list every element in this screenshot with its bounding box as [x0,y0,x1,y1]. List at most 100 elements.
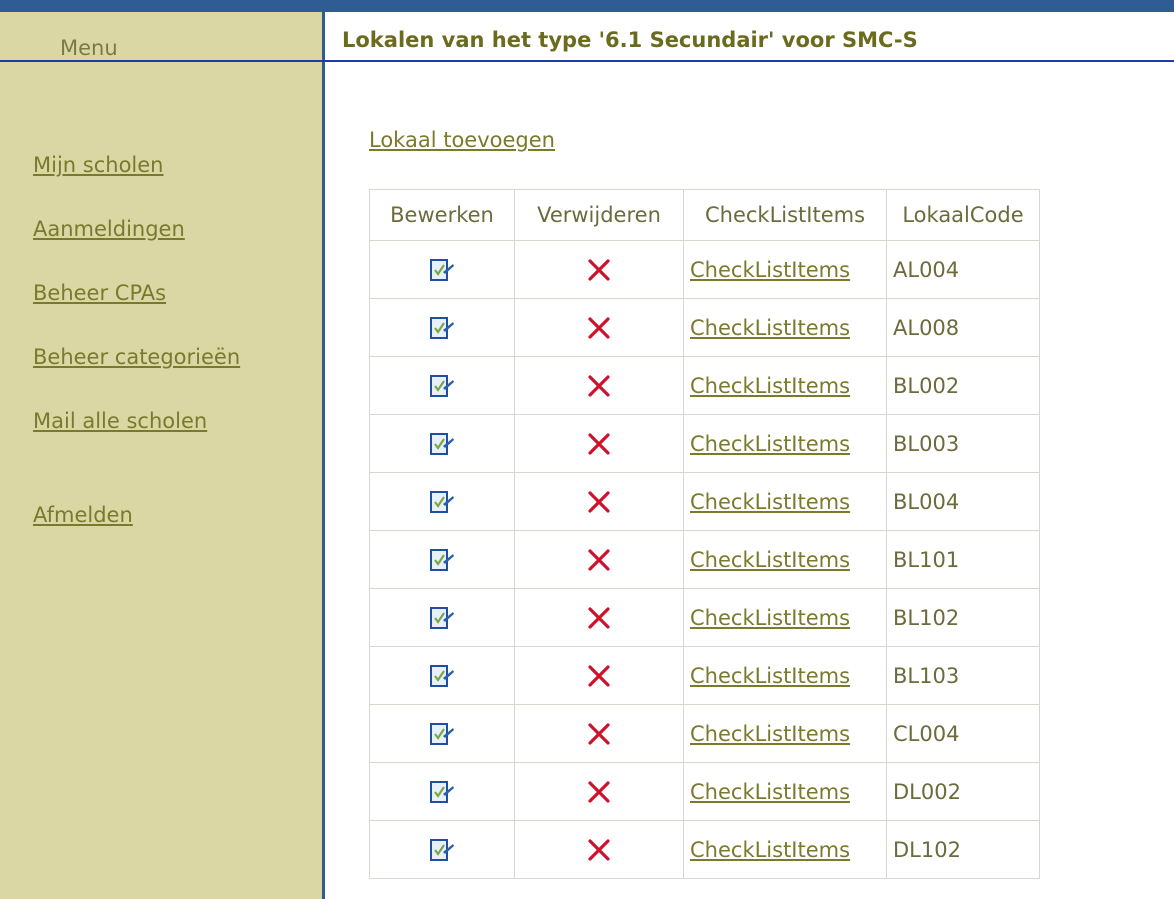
lokaalcode-cell: BL102 [886,588,1040,647]
sidebar-item-beheer-categorieen[interactable]: Beheer categorieën [33,342,240,372]
edit-cell [369,530,515,589]
checklistitems-link[interactable]: CheckListItems [690,548,850,572]
checklist-cell: CheckListItems [683,762,887,821]
delete-cell [514,704,684,763]
column-header-lokaalcode: LokaalCode [886,189,1040,241]
sidebar-item-mail-alle-scholen[interactable]: Mail alle scholen [33,406,240,436]
add-lokaal-link[interactable]: Lokaal toevoegen [369,128,555,152]
table-row: CheckListItems BL003 [369,414,1040,473]
delete-cell [514,646,684,705]
checklist-cell: CheckListItems [683,530,887,589]
edit-icon[interactable] [429,431,455,457]
checklistitems-link[interactable]: CheckListItems [690,606,850,630]
delete-icon[interactable] [587,664,611,688]
checklist-cell: CheckListItems [683,704,887,763]
table-row: CheckListItems BL004 [369,472,1040,531]
delete-cell [514,472,684,531]
delete-icon[interactable] [587,374,611,398]
sidebar-item-aanmeldingen[interactable]: Aanmeldingen [33,214,240,244]
edit-icon[interactable] [429,721,455,747]
edit-cell [369,298,515,357]
lokaalcode-cell: DL002 [886,762,1040,821]
delete-cell [514,588,684,647]
delete-icon[interactable] [587,490,611,514]
sidebar-item-mijn-scholen[interactable]: Mijn scholen [33,150,240,180]
delete-cell [514,240,684,299]
edit-cell [369,646,515,705]
delete-cell [514,530,684,589]
lokalen-table: Bewerken Verwijderen CheckListItems Loka… [369,189,1040,879]
delete-icon[interactable] [587,606,611,630]
table-row: CheckListItems DL102 [369,820,1040,879]
delete-icon[interactable] [587,838,611,862]
edit-icon[interactable] [429,837,455,863]
table-row: CheckListItems AL004 [369,240,1040,299]
checklist-cell: CheckListItems [683,472,887,531]
table-row: CheckListItems DL002 [369,762,1040,821]
table-row: CheckListItems BL002 [369,356,1040,415]
checklistitems-link[interactable]: CheckListItems [690,432,850,456]
checklist-cell: CheckListItems [683,298,887,357]
checklistitems-link[interactable]: CheckListItems [690,490,850,514]
checklistitems-link[interactable]: CheckListItems [690,780,850,804]
table-row: CheckListItems BL103 [369,646,1040,705]
delete-icon[interactable] [587,432,611,456]
delete-cell [514,414,684,473]
delete-cell [514,762,684,821]
edit-icon[interactable] [429,605,455,631]
table-body: CheckListItems AL004 CheckListItems AL008 Ch… [369,240,1040,879]
column-header-bewerken: Bewerken [369,189,515,241]
menu-title: Menu [60,36,118,60]
column-header-verwijderen: Verwijderen [514,189,684,241]
lokaalcode-cell: CL004 [886,704,1040,763]
edit-icon[interactable] [429,315,455,341]
lokaalcode-cell: DL102 [886,820,1040,879]
edit-cell [369,762,515,821]
edit-icon[interactable] [429,257,455,283]
lokaalcode-cell: BL103 [886,646,1040,705]
delete-cell [514,298,684,357]
header-divider [0,60,1174,62]
checklist-cell: CheckListItems [683,588,887,647]
checklist-cell: CheckListItems [683,414,887,473]
lokaalcode-cell: BL101 [886,530,1040,589]
lokaalcode-cell: BL002 [886,356,1040,415]
checklistitems-link[interactable]: CheckListItems [690,722,850,746]
edit-icon[interactable] [429,779,455,805]
lokaalcode-cell: BL003 [886,414,1040,473]
checklistitems-link[interactable]: CheckListItems [690,316,850,340]
edit-cell [369,414,515,473]
sidebar-item-afmelden[interactable]: Afmelden [33,500,240,530]
table-row: CheckListItems AL008 [369,298,1040,357]
delete-icon[interactable] [587,548,611,572]
delete-icon[interactable] [587,722,611,746]
checklistitems-link[interactable]: CheckListItems [690,664,850,688]
sidebar: Menu Mijn scholen Aanmeldingen Beheer CP… [0,12,325,899]
edit-cell [369,356,515,415]
edit-icon[interactable] [429,489,455,515]
delete-icon[interactable] [587,780,611,804]
lokaalcode-cell: AL004 [886,240,1040,299]
delete-cell [514,820,684,879]
delete-icon[interactable] [587,316,611,340]
delete-icon[interactable] [587,258,611,282]
lokaalcode-cell: AL008 [886,298,1040,357]
checklist-cell: CheckListItems [683,240,887,299]
sidebar-nav: Mijn scholen Aanmeldingen Beheer CPAs Be… [33,150,240,530]
edit-cell [369,820,515,879]
column-header-checklistitems: CheckListItems [683,189,887,241]
sidebar-item-beheer-cpas[interactable]: Beheer CPAs [33,278,240,308]
checklistitems-link[interactable]: CheckListItems [690,258,850,282]
checklistitems-link[interactable]: CheckListItems [690,838,850,862]
checklist-cell: CheckListItems [683,820,887,879]
edit-icon[interactable] [429,373,455,399]
checklist-cell: CheckListItems [683,356,887,415]
checklistitems-link[interactable]: CheckListItems [690,374,850,398]
edit-icon[interactable] [429,663,455,689]
edit-cell [369,472,515,531]
checklist-cell: CheckListItems [683,646,887,705]
edit-icon[interactable] [429,547,455,573]
table-row: CheckListItems CL004 [369,704,1040,763]
page-title: Lokalen van het type '6.1 Secundair' voo… [342,28,918,52]
table-row: CheckListItems BL102 [369,588,1040,647]
